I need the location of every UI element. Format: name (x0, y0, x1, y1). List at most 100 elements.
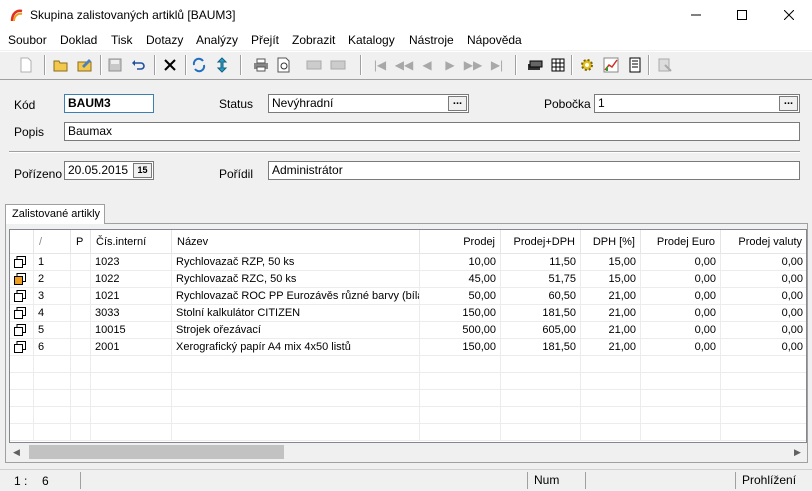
cell-valuty[interactable]: 0,00 (721, 305, 806, 322)
undo-button[interactable] (129, 55, 149, 75)
menu-zobrazit[interactable]: Zobrazit (292, 33, 335, 47)
cell-p[interactable] (71, 322, 91, 339)
cell-dph[interactable]: 21,00 (581, 288, 641, 305)
close-button[interactable] (766, 0, 812, 30)
cell-prodej[interactable]: 150,00 (420, 339, 501, 356)
chart-button[interactable] (601, 55, 621, 75)
cell-icon[interactable] (10, 339, 34, 356)
menu-soubor[interactable]: Soubor (8, 33, 47, 47)
col-header-icon[interactable] (10, 230, 34, 254)
cell-no[interactable]: 6 (34, 339, 71, 356)
cell-no[interactable]: 3 (34, 288, 71, 305)
cell-no[interactable]: 2 (34, 271, 71, 288)
cell-nazev[interactable]: Rychlovazač ROC PP Eurozávěs různé barvy… (172, 288, 420, 305)
scroll-left-icon[interactable]: ◀ (13, 447, 20, 458)
cell-prodej-dph[interactable]: 60,50 (501, 288, 581, 305)
status-picker-button[interactable]: ... (448, 96, 467, 111)
cell-p[interactable] (71, 254, 91, 271)
sync-button[interactable] (212, 55, 232, 75)
horizontal-scrollbar[interactable]: ◀ ▶ (10, 443, 806, 461)
pobocka-field[interactable]: 1 ... (594, 94, 800, 113)
list-button[interactable] (625, 55, 645, 75)
print-preview-button[interactable] (274, 55, 294, 75)
cell-euro[interactable]: 0,00 (641, 288, 721, 305)
tab-zalistovane-artikly[interactable]: Zalistované artikly (5, 204, 105, 224)
cell-euro[interactable]: 0,00 (641, 271, 721, 288)
cell-dph[interactable]: 15,00 (581, 271, 641, 288)
cell-nazev[interactable]: Rychlovazač RZP, 50 ks (172, 254, 420, 271)
save-button[interactable] (105, 55, 125, 75)
export-button[interactable] (655, 55, 675, 75)
col-header-prodej-dph[interactable]: Prodej+DPH (501, 230, 581, 254)
kod-field[interactable]: BAUM3 (64, 94, 154, 113)
poridil-field[interactable]: Administrátor (268, 161, 800, 180)
cell-no[interactable]: 4 (34, 305, 71, 322)
next-page-button[interactable]: ▶▶ (463, 55, 483, 75)
cell-valuty[interactable]: 0,00 (721, 288, 806, 305)
status-field[interactable]: Nevýhradní ... (268, 94, 469, 113)
cell-p[interactable] (71, 339, 91, 356)
col-header-p[interactable]: P (71, 230, 91, 254)
menu-nastroje[interactable]: Nástroje (409, 33, 454, 47)
cell-icon[interactable] (10, 271, 34, 288)
calculator-button[interactable] (548, 55, 568, 75)
first-record-button[interactable]: |◀ (370, 55, 390, 75)
cell-valuty[interactable]: 0,00 (721, 271, 806, 288)
cell-nazev[interactable]: Stolní kalkulátor CITIZEN (172, 305, 420, 322)
cell-nazev[interactable]: Xerografický papír A4 mix 4x50 listů (172, 339, 420, 356)
col-header-cis-interni[interactable]: Čís.interní (91, 230, 172, 254)
menu-analyzy[interactable]: Analýzy (196, 33, 238, 47)
delete-button[interactable] (160, 55, 180, 75)
col-header-sort[interactable]: / (34, 230, 71, 254)
cell-p[interactable] (71, 305, 91, 322)
cell-dph[interactable]: 15,00 (581, 254, 641, 271)
cell-cis[interactable]: 1023 (91, 254, 172, 271)
col-header-prodej-valuty[interactable]: Prodej valuty (721, 230, 806, 254)
cell-euro[interactable]: 0,00 (641, 339, 721, 356)
col-header-prodej[interactable]: Prodej (420, 230, 501, 254)
cell-prodej-dph[interactable]: 605,00 (501, 322, 581, 339)
copy-doc-button[interactable] (304, 55, 324, 75)
col-header-dph[interactable]: DPH [%] (581, 230, 641, 254)
porizeno-field[interactable]: 20.05.2015 15 (64, 161, 154, 180)
cell-no[interactable]: 1 (34, 254, 71, 271)
next-record-button[interactable]: ▶ (440, 55, 460, 75)
prev-record-button[interactable]: ◀ (417, 55, 437, 75)
cell-prodej-dph[interactable]: 181,50 (501, 305, 581, 322)
cell-euro[interactable]: 0,00 (641, 322, 721, 339)
cell-p[interactable] (71, 271, 91, 288)
open-button[interactable] (51, 55, 71, 75)
new-document-button[interactable] (16, 55, 36, 75)
col-header-nazev[interactable]: Název (172, 230, 420, 254)
items-grid[interactable]: / P Čís.interní Název Prodej Prodej+DPH … (9, 229, 807, 443)
cell-prodej[interactable]: 10,00 (420, 254, 501, 271)
cell-euro[interactable]: 0,00 (641, 305, 721, 322)
cell-valuty[interactable]: 0,00 (721, 339, 806, 356)
popis-field[interactable]: Baumax (64, 122, 800, 141)
cell-cis[interactable]: 3033 (91, 305, 172, 322)
cell-prodej[interactable]: 150,00 (420, 305, 501, 322)
cell-icon[interactable] (10, 305, 34, 322)
cell-valuty[interactable]: 0,00 (721, 322, 806, 339)
cell-prodej[interactable]: 50,00 (420, 288, 501, 305)
cell-nazev[interactable]: Rychlovazač RZC, 50 ks (172, 271, 420, 288)
cell-valuty[interactable]: 0,00 (721, 254, 806, 271)
cell-icon[interactable] (10, 322, 34, 339)
cell-p[interactable] (71, 288, 91, 305)
last-record-button[interactable]: ▶| (487, 55, 507, 75)
maximize-button[interactable] (719, 0, 765, 30)
cell-prodej-dph[interactable]: 181,50 (501, 339, 581, 356)
cell-no[interactable]: 5 (34, 322, 71, 339)
cell-euro[interactable]: 0,00 (641, 254, 721, 271)
cell-icon[interactable] (10, 254, 34, 271)
scroll-right-icon[interactable]: ▶ (794, 447, 801, 458)
menu-dotazy[interactable]: Dotazy (146, 33, 183, 47)
cell-prodej[interactable]: 500,00 (420, 322, 501, 339)
cell-icon[interactable] (10, 288, 34, 305)
refresh-button[interactable] (189, 55, 209, 75)
print-button[interactable] (251, 55, 271, 75)
menu-katalogy[interactable]: Katalogy (348, 33, 395, 47)
calendar-button[interactable]: 15 (133, 163, 152, 178)
prev-page-button[interactable]: ◀◀ (394, 55, 414, 75)
cell-cis[interactable]: 1022 (91, 271, 172, 288)
